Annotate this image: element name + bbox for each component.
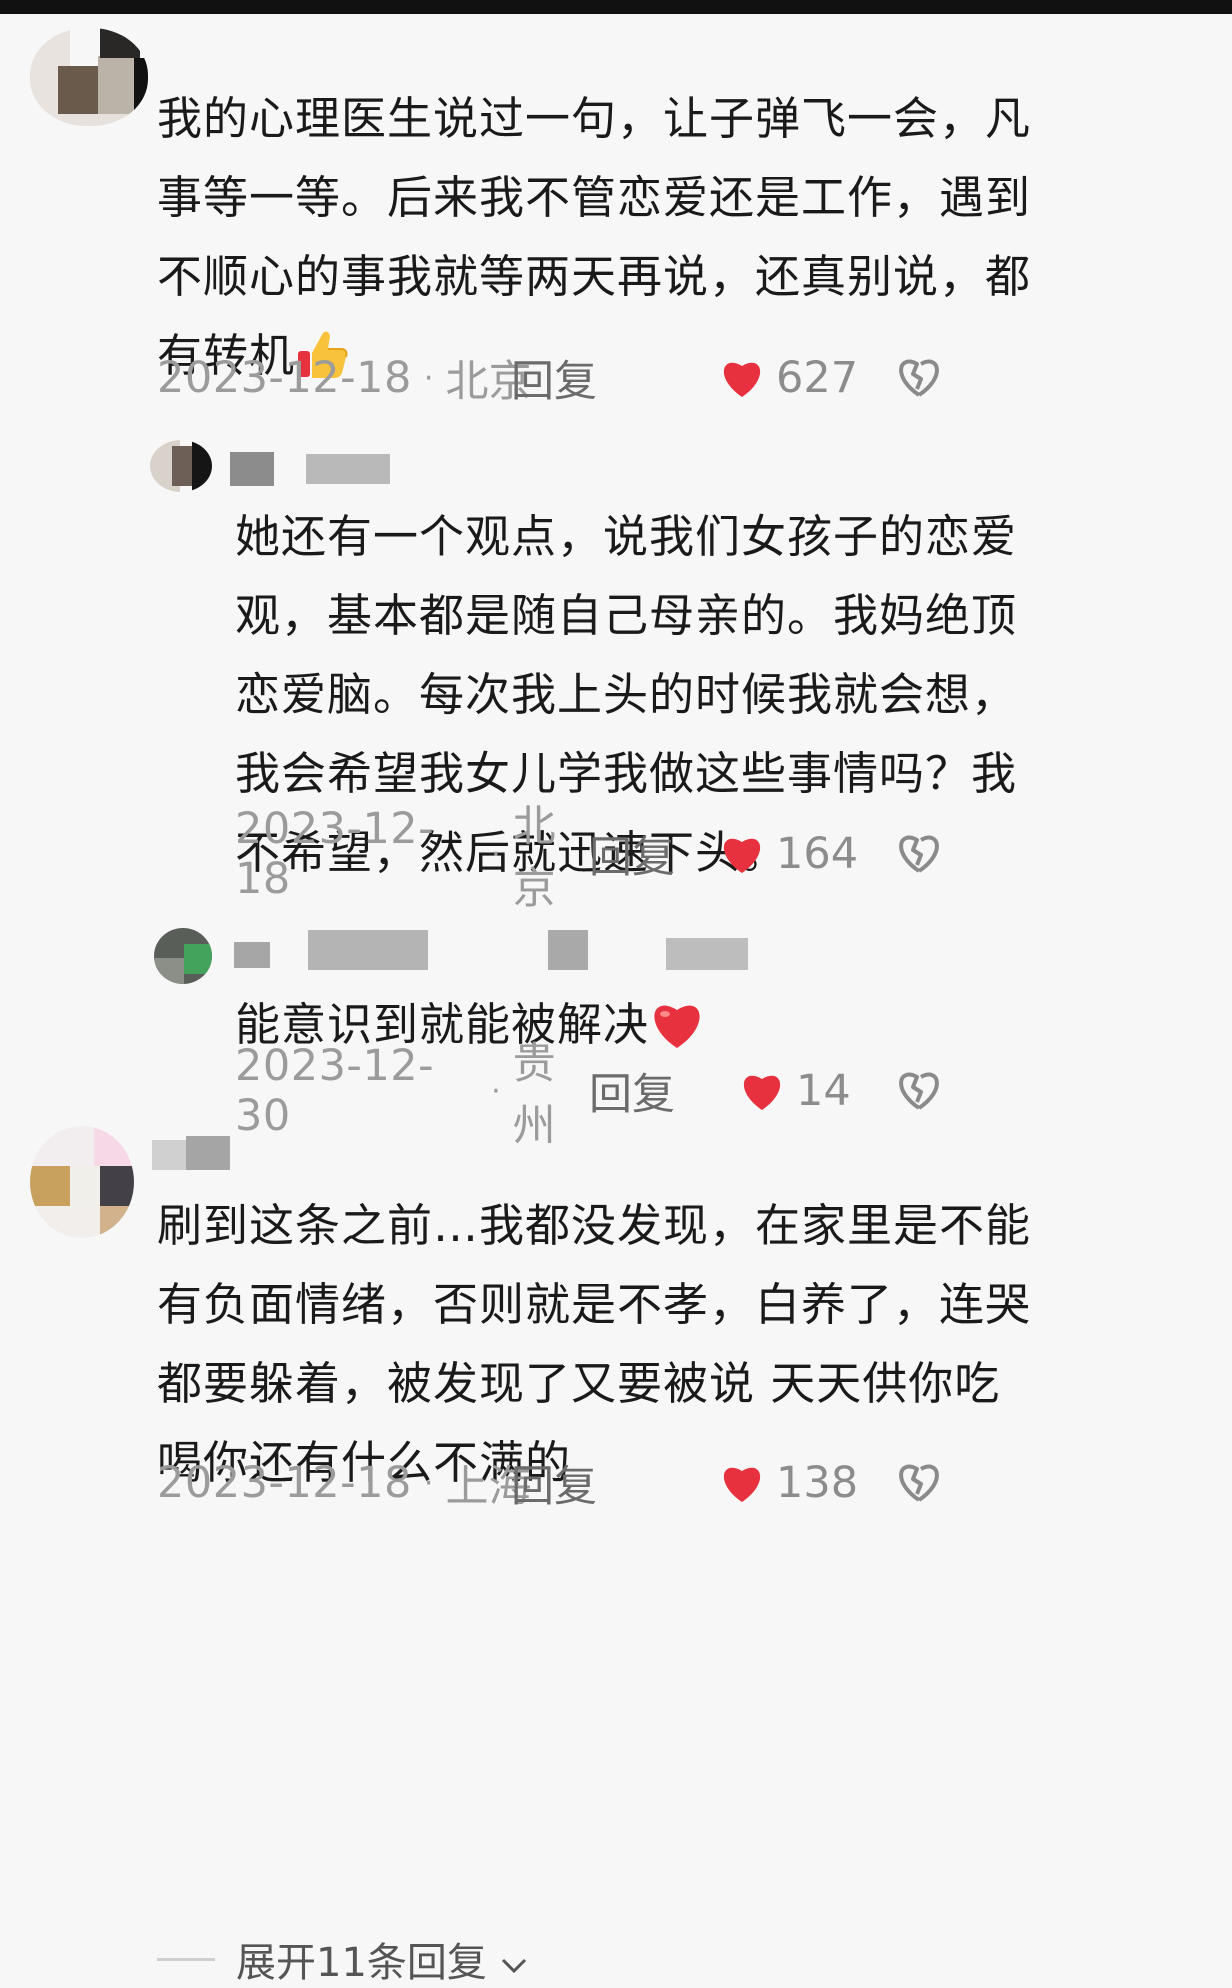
like-count: 164 bbox=[776, 829, 859, 879]
heart-icon bbox=[723, 362, 761, 397]
like-count: 138 bbox=[776, 1458, 859, 1508]
like-count: 627 bbox=[776, 353, 859, 403]
comment-date: 2023-12-18 bbox=[157, 1458, 412, 1508]
comment-line: 我会希望我女儿学我做这些事情吗？我 bbox=[235, 747, 1018, 800]
broken-heart-icon bbox=[899, 835, 939, 873]
heart-icon bbox=[743, 1075, 781, 1110]
like-button[interactable]: 164 bbox=[720, 824, 858, 884]
comment-line: 她还有一个观点，说我们女孩子的恋爱 bbox=[235, 510, 1018, 563]
username-blurred bbox=[230, 452, 390, 486]
comment-date: 2023-12-30 bbox=[235, 1041, 435, 1141]
like-button[interactable]: 627 bbox=[720, 348, 858, 408]
expand-replies-label: 展开11条回复 bbox=[236, 1940, 487, 1986]
comment-line: 我的心理医生说过一句，让子弹飞一会，凡 bbox=[157, 92, 1032, 145]
dislike-button[interactable] bbox=[896, 1461, 942, 1507]
comment-line: 观，基本都是随自己母亲的。我妈绝顶 bbox=[235, 589, 1018, 642]
heart-icon bbox=[723, 1467, 761, 1502]
chevron-down-icon bbox=[500, 1940, 528, 1986]
reply-button[interactable]: 回复 bbox=[589, 823, 675, 885]
comment-meta: 2023-12-30 · 贵州 bbox=[235, 1039, 595, 1151]
like-button[interactable]: 138 bbox=[720, 1453, 858, 1513]
reply-button[interactable]: 回复 bbox=[511, 1452, 597, 1514]
broken-heart-icon bbox=[899, 359, 939, 397]
comment-meta: 2023-12-18 · 北京 bbox=[235, 802, 595, 914]
avatar[interactable] bbox=[150, 440, 212, 492]
comment-line: 恋爱脑。每次我上头的时候我就会想， bbox=[235, 668, 1018, 721]
like-count: 14 bbox=[796, 1066, 851, 1116]
expand-replies-button[interactable]: 展开11条回复 bbox=[236, 1930, 528, 1988]
dislike-button[interactable] bbox=[896, 832, 942, 878]
comment-location: 北京 bbox=[512, 802, 556, 914]
like-button[interactable]: 14 bbox=[740, 1061, 851, 1121]
comment-line: 事等一等。后来我不管恋爱还是工作，遇到 bbox=[157, 171, 1032, 224]
comment-line: 刷到这条之前…我都没发现，在家里是不能 bbox=[157, 1199, 1032, 1252]
username-blurred bbox=[230, 928, 750, 972]
status-bar bbox=[0, 0, 1232, 14]
reply-button[interactable]: 回复 bbox=[589, 1060, 675, 1122]
comment-date: 2023-12-18 bbox=[157, 353, 412, 403]
avatar[interactable] bbox=[154, 928, 212, 984]
username-blurred bbox=[152, 1136, 230, 1170]
avatar[interactable] bbox=[30, 28, 148, 126]
comment-date: 2023-12-18 bbox=[235, 804, 435, 904]
comment-location: 贵州 bbox=[512, 1039, 556, 1151]
avatar[interactable] bbox=[30, 1126, 134, 1238]
heart-icon bbox=[723, 838, 761, 873]
reply-button[interactable]: 回复 bbox=[511, 347, 597, 409]
dislike-button[interactable] bbox=[896, 1069, 942, 1115]
comment-line: 不顺心的事我就等两天再说，还真别说，都 bbox=[157, 250, 1032, 303]
broken-heart-icon bbox=[899, 1072, 939, 1110]
comment-line: 有负面情绪，否则就是不孝，白养了，连哭 bbox=[157, 1278, 1032, 1331]
dislike-button[interactable] bbox=[896, 356, 942, 402]
comment-line: 都要躲着，被发现了又要被说 天天供你吃 bbox=[157, 1357, 1001, 1410]
divider bbox=[157, 1958, 215, 1961]
broken-heart-icon bbox=[899, 1464, 939, 1502]
